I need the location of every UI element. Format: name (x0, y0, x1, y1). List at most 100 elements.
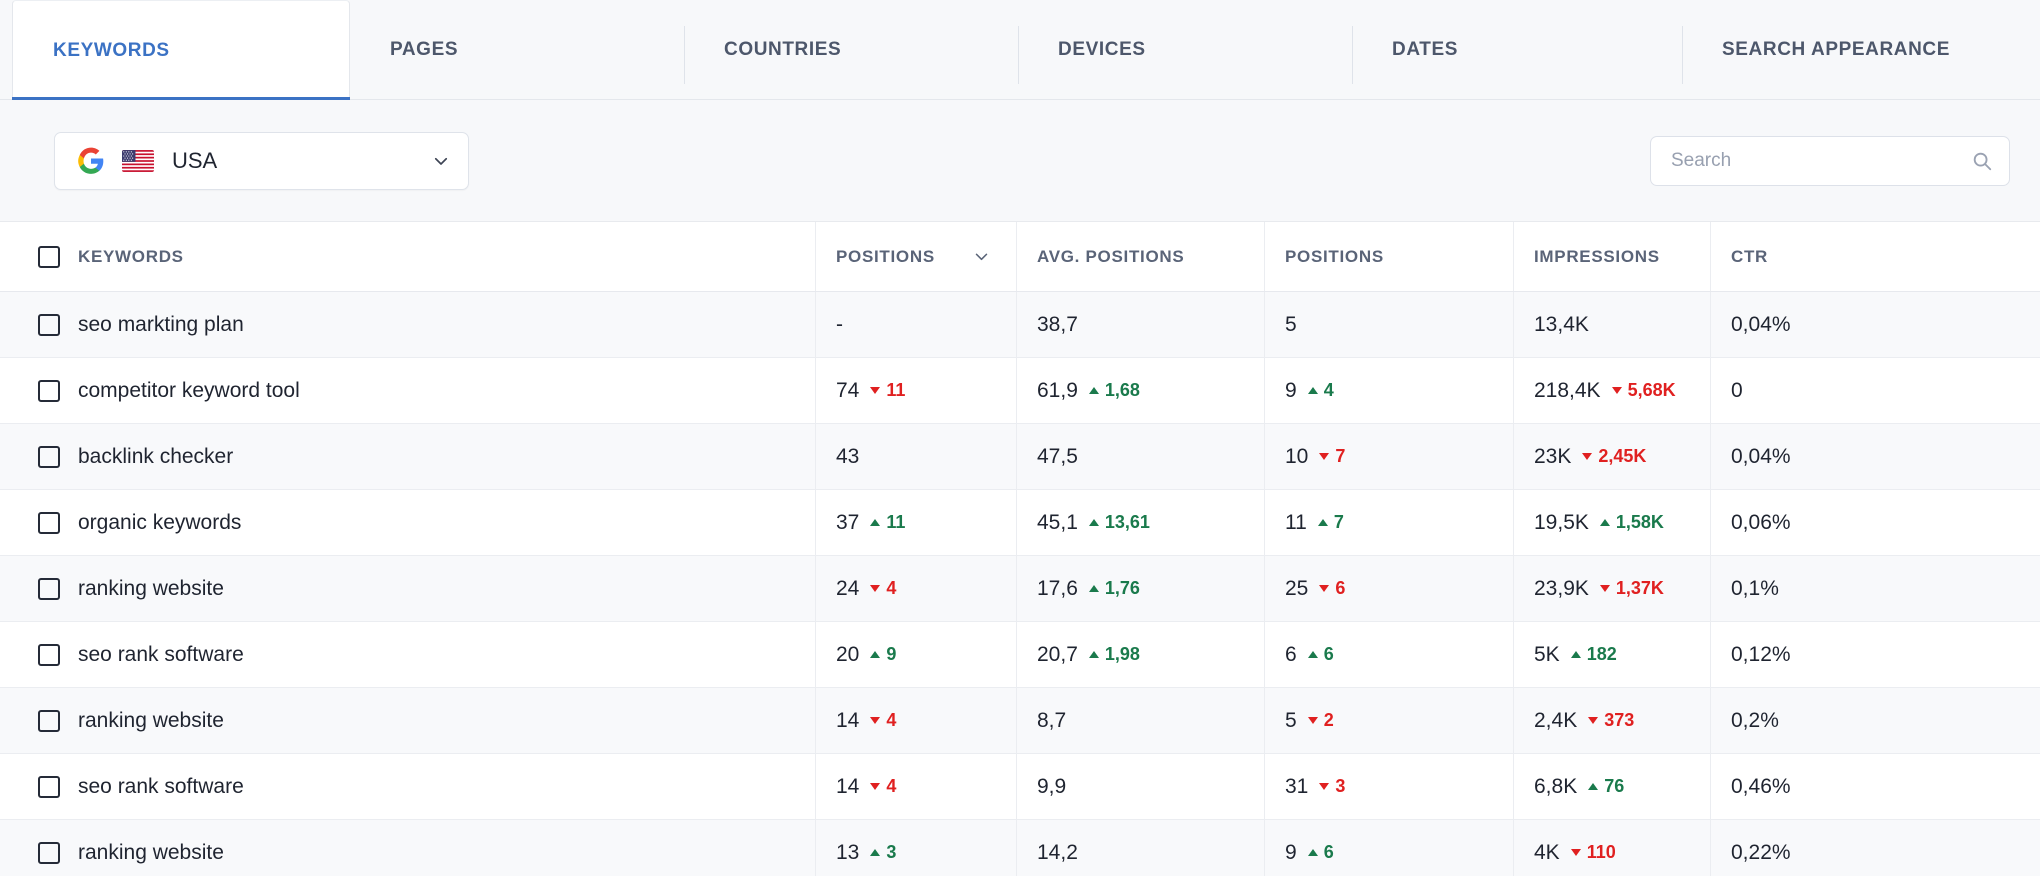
positions-delta-down: 11 (870, 380, 905, 401)
tab-keywords[interactable]: KEYWORDS (12, 0, 350, 101)
tab-search-appearance[interactable]: SEARCH APPEARANCE (1682, 0, 2022, 100)
avg-positions-value: 8,7 (1037, 708, 1067, 732)
cell-avg-positions: 9,9 (1017, 754, 1265, 819)
positions-2-value: 10 (1285, 444, 1309, 468)
table-row[interactable]: seo rank software 14 4 9,9 31 3 6,8K 76 0,46% (0, 754, 2040, 820)
search-box[interactable] (1650, 135, 2010, 186)
ctr-value: 0 (1731, 378, 1743, 402)
column-header-positions-2-label: POSITIONS (1285, 246, 1384, 266)
row-checkbox[interactable] (38, 445, 60, 468)
positions-2-value: 31 (1285, 774, 1309, 798)
avg-positions-delta-value: 1,76 (1104, 578, 1140, 598)
arrow-up-icon (1088, 651, 1099, 658)
column-header-keywords-label: KEYWORDS (78, 246, 184, 266)
positions-delta-value: 4 (886, 578, 897, 598)
positions-2-value: 25 (1285, 576, 1309, 600)
cell-impressions: 4K 110 (1514, 820, 1711, 876)
tab-devices[interactable]: DEVICES (1018, 0, 1352, 100)
row-checkbox[interactable] (38, 313, 60, 336)
cell-impressions: 2,4K 373 (1514, 688, 1711, 753)
select-all-checkbox[interactable] (38, 245, 60, 268)
search-icon[interactable] (1971, 150, 1993, 172)
positions-delta-value: 3 (886, 842, 897, 862)
column-header-keywords[interactable]: KEYWORDS (0, 222, 816, 291)
table-row[interactable]: backlink checker 43 47,5 10 7 23K 2,45K 0,04% (0, 424, 2040, 490)
positions-2-delta-value: 4 (1323, 380, 1334, 400)
avg-positions-delta-value: 13,61 (1104, 512, 1150, 532)
column-header-positions-label: POSITIONS (836, 246, 935, 266)
cell-avg-positions: 17,6 1,76 (1017, 556, 1265, 621)
chevron-down-icon[interactable] (432, 152, 450, 170)
row-checkbox[interactable] (38, 379, 60, 402)
positions-value: 24 (836, 576, 860, 600)
cell-impressions: 6,8K 76 (1514, 754, 1711, 819)
impressions-delta-up: 182 (1570, 644, 1617, 665)
cell-ctr: 0,04% (1711, 424, 2040, 489)
cell-ctr: 0,04% (1711, 292, 2040, 357)
row-checkbox[interactable] (38, 841, 60, 864)
keyword-label: backlink checker (78, 444, 234, 468)
positions-value: 20 (836, 642, 860, 666)
table-row[interactable]: ranking website 24 4 17,6 1,76 25 6 23,9K 1,37K 0… (0, 556, 2040, 622)
table-row[interactable]: organic keywords 37 11 45,1 13,61 11 7 19,5K 1,5… (0, 490, 2040, 556)
arrow-down-icon (1599, 585, 1610, 592)
keyword-label: organic keywords (78, 510, 242, 534)
row-checkbox[interactable] (38, 643, 60, 666)
cell-impressions: 23,9K 1,37K (1514, 556, 1711, 621)
keyword-label: seo rank software (78, 774, 244, 798)
positions-2-delta-value: 3 (1335, 776, 1346, 796)
avg-positions-value: 47,5 (1037, 444, 1078, 468)
search-input[interactable] (1671, 149, 1971, 172)
cell-keyword: ranking website (0, 820, 816, 876)
tab-countries[interactable]: COUNTRIES (684, 0, 1018, 100)
table-row[interactable]: ranking website 13 3 14,2 9 6 4K 110 0,22% (0, 820, 2040, 876)
column-header-impressions[interactable]: IMPRESSIONS (1514, 222, 1711, 291)
column-header-avg-positions-label: AVG. POSITIONS (1037, 246, 1185, 266)
impressions-delta-value: 76 (1604, 776, 1625, 796)
row-checkbox[interactable] (38, 577, 60, 600)
avg-positions-value: 45,1 (1037, 510, 1078, 534)
arrow-down-icon (1570, 849, 1581, 856)
table-row[interactable]: seo rank software 20 9 20,7 1,98 6 6 5K 182 0,12% (0, 622, 2040, 688)
cell-keyword: organic keywords (0, 490, 816, 555)
cell-positions: 13 3 (816, 820, 1017, 876)
row-checkbox[interactable] (38, 511, 60, 534)
positions-2-delta-down: 6 (1319, 578, 1345, 599)
arrow-up-icon (1307, 651, 1318, 658)
impressions-value: 23,9K (1534, 576, 1589, 600)
positions-2-delta-up: 6 (1307, 644, 1334, 665)
positions-delta-up: 11 (870, 512, 905, 533)
row-checkbox[interactable] (38, 775, 60, 798)
table-row[interactable]: seo markting plan - 38,7 5 13,4K 0,04% (0, 292, 2040, 358)
column-header-avg-positions[interactable]: AVG. POSITIONS (1017, 222, 1265, 291)
positions-2-delta-down: 7 (1319, 446, 1345, 467)
google-g-icon (78, 147, 104, 174)
impressions-value: 218,4K (1534, 378, 1601, 402)
country-select[interactable]: USA (54, 131, 469, 190)
positions-value: 74 (836, 378, 860, 402)
positions-value: 37 (836, 510, 860, 534)
cell-impressions: 5K 182 (1514, 622, 1711, 687)
cell-keyword: seo markting plan (0, 292, 816, 357)
arrow-down-icon (1319, 783, 1330, 790)
cell-keyword: ranking website (0, 556, 816, 621)
impressions-value: 19,5K (1534, 510, 1589, 534)
arrow-down-icon (1611, 387, 1622, 394)
tab-bar: KEYWORDS PAGES COUNTRIES DEVICES DATES S… (0, 0, 2040, 101)
arrow-up-icon (1088, 585, 1099, 592)
table-row[interactable]: competitor keyword tool 74 11 61,9 1,68 9 4 218… (0, 358, 2040, 424)
cell-keyword: backlink checker (0, 424, 816, 489)
impressions-delta-value: 110 (1586, 842, 1616, 862)
tab-pages[interactable]: PAGES (350, 0, 684, 100)
sort-chevron-down-icon[interactable] (973, 248, 990, 265)
column-header-positions-2[interactable]: POSITIONS (1265, 222, 1514, 291)
column-header-positions[interactable]: POSITIONS (816, 222, 1017, 291)
arrow-down-icon (1319, 453, 1330, 460)
positions-2-delta-value: 2 (1323, 710, 1334, 730)
positions-delta-up: 9 (870, 644, 896, 665)
tab-dates[interactable]: DATES (1352, 0, 1682, 100)
column-header-ctr[interactable]: CTR (1711, 222, 2040, 291)
cell-avg-positions: 14,2 (1017, 820, 1265, 876)
table-row[interactable]: ranking website 14 4 8,7 5 2 2,4K 373 0,2% (0, 688, 2040, 754)
row-checkbox[interactable] (38, 709, 60, 732)
